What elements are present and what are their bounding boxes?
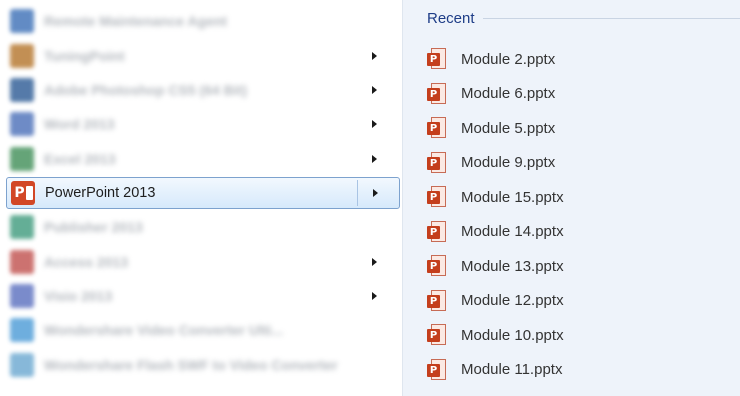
publisher-icon — [10, 215, 34, 240]
pptx-file-icon: P — [427, 324, 447, 346]
pptx-badge: P — [427, 294, 440, 308]
visio-icon — [10, 283, 34, 308]
recent-file-name: Module 5.pptx — [461, 119, 556, 137]
recent-file-name: Module 13.pptx — [461, 257, 564, 275]
program-label: PowerPoint 2013 — [45, 184, 156, 201]
photoshop-icon — [10, 77, 34, 102]
submenu-arrow-icon[interactable] — [372, 85, 377, 94]
program-item[interactable]: Wondershare Video Converter Ulti... — [6, 313, 400, 347]
recent-file-item[interactable]: P Module 12.pptx — [427, 284, 727, 319]
agent-icon — [10, 9, 34, 34]
swf-converter-icon — [10, 352, 34, 377]
word-icon — [10, 112, 34, 137]
program-item[interactable]: Remote Maintenance Agent — [6, 4, 400, 38]
program-item[interactable]: Word 2013 — [6, 107, 400, 141]
program-item[interactable]: Adobe Photoshop CS5 (64 Bit) — [6, 73, 400, 107]
program-item[interactable]: Visio 2013 — [6, 279, 400, 313]
recent-file-item[interactable]: P Module 5.pptx — [427, 111, 727, 146]
pptx-badge: P — [427, 329, 440, 343]
programs-list: Remote Maintenance Agent TuningPoint Adobe… — [6, 4, 400, 382]
recent-files-list: P Module 2.pptx P Module 6.pptx P Module 5.pp… — [427, 42, 727, 387]
pptx-badge: P — [427, 191, 440, 205]
pptx-file-icon: P — [427, 358, 447, 381]
pptx-badge: P — [427, 225, 440, 239]
turningpoint-icon — [10, 43, 34, 68]
pptx-badge: P — [427, 156, 440, 170]
recent-section-header: Recent — [427, 10, 740, 27]
pptx-file-icon: P — [427, 117, 447, 139]
recent-file-name: Module 14.pptx — [461, 223, 564, 241]
recent-file-name: Module 9.pptx — [461, 154, 556, 172]
split-divider — [357, 179, 358, 206]
submenu-arrow-icon[interactable] — [372, 257, 377, 266]
pptx-badge: P — [427, 260, 440, 274]
program-label: Excel 2013 — [44, 150, 116, 167]
pptx-file-icon: P — [427, 186, 447, 208]
pptx-file-icon: P — [427, 255, 447, 277]
program-item[interactable]: P PowerPoint 2013 — [6, 176, 400, 209]
recent-file-item[interactable]: P Module 11.pptx — [427, 353, 727, 388]
submenu-arrow-icon[interactable] — [372, 154, 377, 163]
recent-file-name: Module 10.pptx — [461, 326, 564, 344]
header-divider — [482, 18, 740, 19]
jump-list-pane: Recent P Module 2.pptx P Module 6.pptx P Modu… — [402, 0, 740, 396]
program-item[interactable]: Access 2013 — [6, 244, 400, 278]
all-programs-pane: Remote Maintenance Agent TuningPoint Adobe… — [0, 0, 402, 396]
pptx-file-icon: P — [427, 220, 447, 243]
recent-file-name: Module 2.pptx — [461, 50, 556, 68]
video-converter-icon — [10, 318, 34, 343]
program-label: Wondershare Video Converter Ulti... — [44, 322, 284, 339]
pptx-badge: P — [427, 53, 440, 67]
submenu-arrow-icon[interactable] — [372, 51, 377, 60]
recent-file-item[interactable]: P Module 6.pptx — [427, 77, 727, 112]
recent-file-item[interactable]: P Module 10.pptx — [427, 318, 727, 353]
submenu-arrow-icon[interactable] — [373, 188, 378, 197]
recent-label: Recent — [427, 10, 475, 27]
program-item[interactable]: Wondershare Flash SWF to Video Converter — [6, 348, 400, 382]
recent-file-item[interactable]: P Module 13.pptx — [427, 249, 727, 284]
program-label: Access 2013 — [44, 253, 129, 270]
program-label: Word 2013 — [44, 116, 115, 133]
recent-file-item[interactable]: P Module 2.pptx — [427, 42, 727, 77]
program-item[interactable]: Excel 2013 — [6, 142, 400, 176]
recent-file-name: Module 6.pptx — [461, 85, 556, 103]
powerpoint-glyph: P — [14, 184, 25, 201]
recent-file-name: Module 15.pptx — [461, 188, 564, 206]
recent-file-item[interactable]: P Module 14.pptx — [427, 215, 727, 250]
pptx-file-icon: P — [427, 151, 447, 174]
recent-file-name: Module 12.pptx — [461, 292, 564, 310]
submenu-arrow-icon[interactable] — [372, 120, 377, 129]
program-item[interactable]: TuningPoint — [6, 38, 400, 72]
program-label: TuningPoint — [44, 47, 125, 64]
program-item[interactable]: Publisher 2013 — [6, 210, 400, 244]
program-label: Publisher 2013 — [44, 219, 143, 236]
powerpoint-icon: P — [11, 180, 35, 205]
program-label: Adobe Photoshop CS5 (64 Bit) — [44, 81, 247, 98]
recent-file-item[interactable]: P Module 15.pptx — [427, 180, 727, 215]
recent-file-item[interactable]: P Module 9.pptx — [427, 146, 727, 181]
program-label: Visio 2013 — [44, 287, 113, 304]
submenu-arrow-icon[interactable] — [372, 291, 377, 300]
recent-file-name: Module 11.pptx — [461, 361, 563, 379]
pptx-badge: P — [427, 87, 440, 101]
pptx-badge: P — [427, 122, 440, 136]
pptx-badge: P — [427, 363, 440, 377]
pptx-file-icon: P — [427, 82, 447, 105]
pptx-file-icon: P — [427, 48, 447, 70]
program-label: Remote Maintenance Agent — [44, 13, 228, 30]
program-label: Wondershare Flash SWF to Video Converter — [44, 356, 338, 373]
access-icon — [10, 249, 34, 274]
pptx-file-icon: P — [427, 289, 447, 312]
excel-icon — [10, 146, 34, 171]
